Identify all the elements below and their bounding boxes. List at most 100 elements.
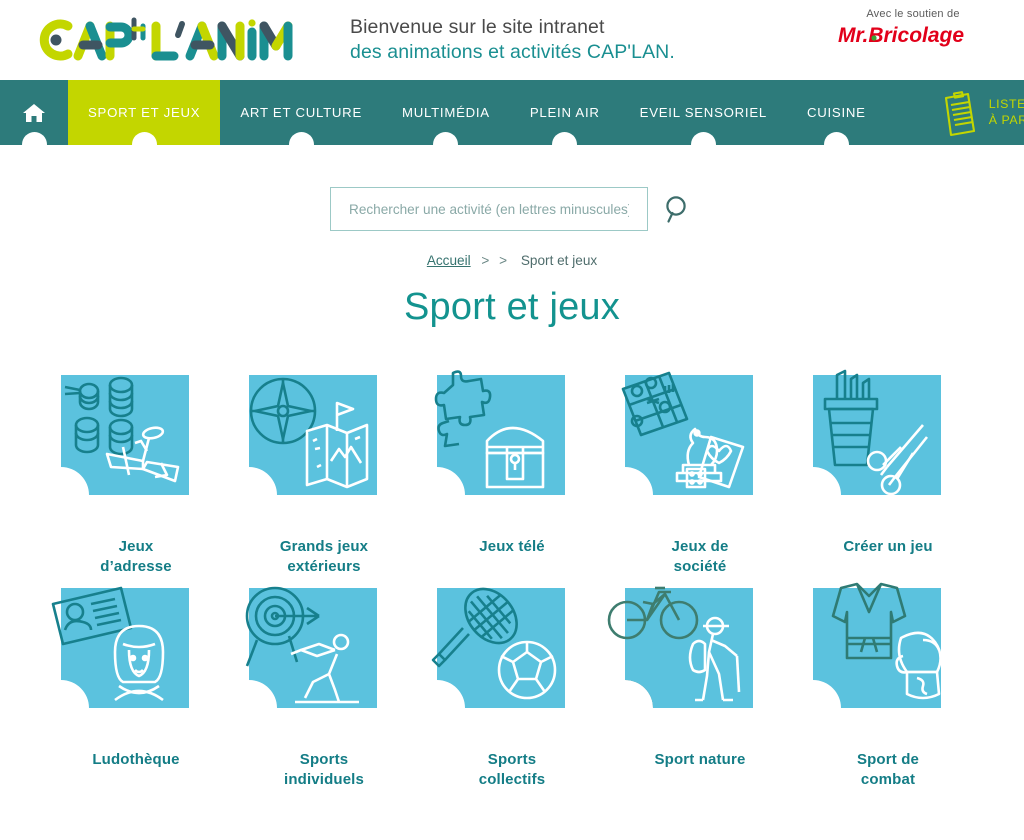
label-line-1: Grands jeux — [279, 538, 369, 555]
judogi-and-glove-icon — [813, 582, 942, 708]
category-label: Ludothèque — [92, 750, 179, 770]
label-line-1: Jeux de — [671, 538, 729, 555]
nav-label: EVEIL SENSORIEL — [639, 105, 767, 120]
label-line-1: Jeux télé — [479, 538, 545, 555]
mr-bricolage-logo: Mr.Bricolage — [828, 22, 998, 53]
nav-notch — [823, 132, 849, 157]
nav-item-liste-materiel[interactable]: LISTE DU MATÉRIEL À PARTAGER — [930, 80, 1024, 145]
category-label: Jeux télé — [479, 537, 545, 557]
nav-label: MULTIMÉDIA — [402, 105, 490, 120]
breadcrumb-separator: > > — [481, 253, 511, 268]
mr-bricolage-dot — [871, 35, 877, 41]
nav-item-eveil-sensoriel[interactable]: EVEIL SENSORIEL — [620, 80, 787, 157]
tile — [43, 582, 229, 732]
nav-label: SPORT ET JEUX — [88, 105, 201, 120]
category-label: Sports individuels — [284, 750, 364, 791]
category-grid: Jeux d’adresse Grands jeux extérieurs Je… — [0, 369, 1024, 790]
nav-material-line-1: LISTE DU MATÉRIEL — [988, 96, 1024, 111]
label-line-2: extérieurs — [287, 558, 361, 576]
nav-item-cuisine[interactable]: CUISINE — [787, 80, 886, 157]
nav-item-plein-air[interactable]: PLEIN AIR — [510, 80, 620, 157]
category-card-ludotheque[interactable]: Ludothèque — [42, 582, 230, 791]
nav-material-label: LISTE DU MATÉRIEL À PARTAGER — [989, 97, 1024, 129]
nav-notch — [131, 132, 157, 157]
category-card-creer-un-jeu[interactable]: Créer un jeu — [794, 369, 982, 578]
caplanim-logo-svg — [39, 17, 293, 61]
search-box[interactable] — [330, 187, 648, 231]
category-label: Jeux de société — [672, 537, 729, 578]
boardgame-cards-icon — [621, 371, 753, 495]
category-card-sports-individuels[interactable]: Sports individuels — [230, 582, 418, 791]
label-line-1: Sport de — [856, 750, 920, 768]
tile — [795, 582, 981, 732]
tile — [607, 369, 793, 519]
bike-and-hiker-icon — [607, 586, 753, 708]
category-label: Jeux d’adresse — [100, 537, 171, 578]
page-title: Sport et jeux — [404, 286, 620, 328]
nav-notch — [288, 132, 314, 157]
breadcrumb: Accueil > > Sport et jeux — [0, 253, 1024, 268]
label-line-2: individuels — [284, 770, 364, 788]
label-line-1: Ludothèque — [92, 750, 180, 768]
category-label: Sport nature — [655, 750, 746, 770]
clipboard-icon — [944, 90, 975, 136]
tile — [419, 369, 605, 519]
target-and-runner-icon — [245, 586, 377, 708]
category-card-jeux-de-societe[interactable]: Jeux de société — [606, 369, 794, 578]
category-card-sport-de-combat[interactable]: Sport de combat — [794, 582, 982, 791]
tile — [607, 582, 793, 732]
label-line-1: Jeux — [118, 538, 154, 555]
nav-notch — [690, 132, 716, 157]
tile — [419, 582, 605, 732]
site-header: Bienvenue sur le site intranet des anima… — [0, 0, 1024, 80]
nav-label: CUISINE — [806, 105, 866, 120]
pencils-and-scissors-icon — [813, 369, 941, 496]
category-card-jeux-tele[interactable]: Jeux télé — [418, 369, 606, 578]
search-row — [0, 187, 1024, 231]
welcome-message: Bienvenue sur le site intranet des anima… — [350, 15, 675, 65]
mr-bricolage-logo-svg: Mr.Bricolage — [838, 24, 964, 47]
nav-label: ART ET CULTURE — [240, 105, 362, 120]
label-line-1: Sports — [487, 750, 537, 768]
sponsor-prefix: Avec le soutien de — [866, 8, 960, 20]
search-input[interactable] — [347, 200, 631, 218]
cans-and-plane-icon — [61, 375, 189, 495]
nav-label: PLEIN AIR — [529, 105, 600, 120]
label-line-1: Créer un jeu — [843, 538, 933, 555]
nav-notch — [433, 132, 459, 157]
tile — [231, 582, 417, 732]
tile — [43, 369, 229, 519]
category-label: Sport de combat — [857, 750, 919, 791]
welcome-line-1: Bienvenue sur le site intranet — [350, 16, 605, 39]
welcome-line-2: des animations et activités CAP'LAN. — [350, 41, 675, 63]
label-line-1: Sports — [299, 750, 349, 768]
caplanim-logo[interactable] — [22, 10, 312, 70]
label-line-2: société — [673, 558, 727, 576]
nav-notch — [21, 132, 47, 157]
nav-item-art-et-culture[interactable]: ART ET CULTURE — [220, 80, 382, 157]
label-line-1: Sport nature — [654, 750, 746, 768]
label-line-2: collectifs — [478, 770, 546, 788]
category-card-sport-nature[interactable]: Sport nature — [606, 582, 794, 791]
nav-item-multimedia[interactable]: MULTIMÉDIA — [382, 80, 510, 157]
breadcrumb-home-link[interactable]: Accueil — [427, 253, 471, 268]
nav-material-line-2: À PARTAGER — [988, 112, 1024, 127]
sponsor-block: Avec le soutien de Mr.Bricolage — [828, 8, 998, 53]
nav-item-sport-et-jeux[interactable]: SPORT ET JEUX — [68, 80, 221, 157]
category-label: Créer un jeu — [843, 537, 932, 557]
category-label: Sports collectifs — [479, 750, 546, 791]
nav-item-home[interactable] — [0, 80, 68, 157]
label-line-2: combat — [860, 770, 916, 788]
racket-and-ball-icon — [431, 587, 565, 708]
search-icon — [666, 196, 686, 223]
search-button[interactable] — [662, 193, 694, 225]
tile — [231, 369, 417, 519]
category-card-sports-collectifs[interactable]: Sports collectifs — [418, 582, 606, 791]
category-card-grands-jeux-exterieurs[interactable]: Grands jeux extérieurs — [230, 369, 418, 578]
tile — [795, 369, 981, 519]
home-icon — [23, 103, 45, 122]
category-label: Grands jeux extérieurs — [280, 537, 368, 578]
category-card-jeux-adresse[interactable]: Jeux d’adresse — [42, 369, 230, 578]
puzzle-and-chest-icon — [434, 370, 565, 495]
breadcrumb-current: Sport et jeux — [520, 253, 598, 268]
